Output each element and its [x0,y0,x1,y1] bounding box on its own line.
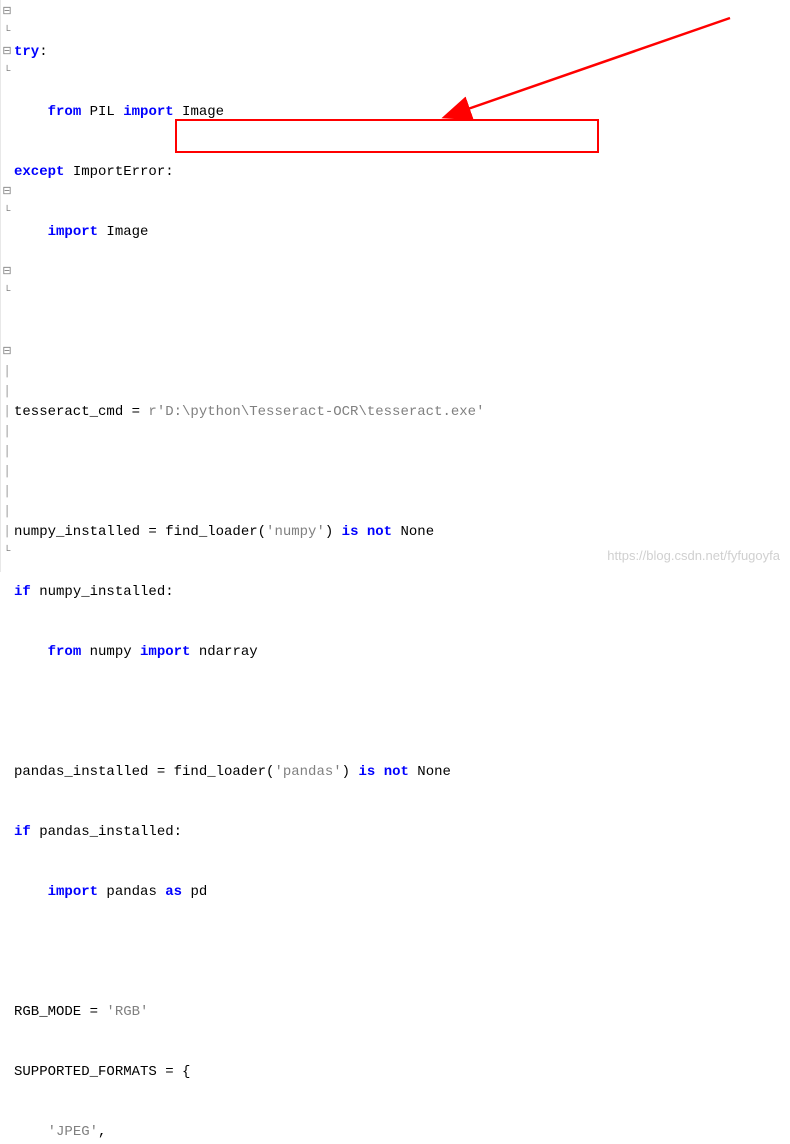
fold-gutter: ⊟ └ ⊟ └ ⊟ └ ⊟ └ ⊟ │ │ │ │ │ │ │ │ │ └ [0,2,14,562]
code-content: try: from PIL import Image except Import… [14,2,790,1144]
code-editor: ⊟ └ ⊟ └ ⊟ └ ⊟ └ ⊟ │ │ │ │ │ │ │ │ │ └ tr… [0,0,790,1144]
watermark-text: https://blog.csdn.net/fyfugoyfa [607,546,780,566]
